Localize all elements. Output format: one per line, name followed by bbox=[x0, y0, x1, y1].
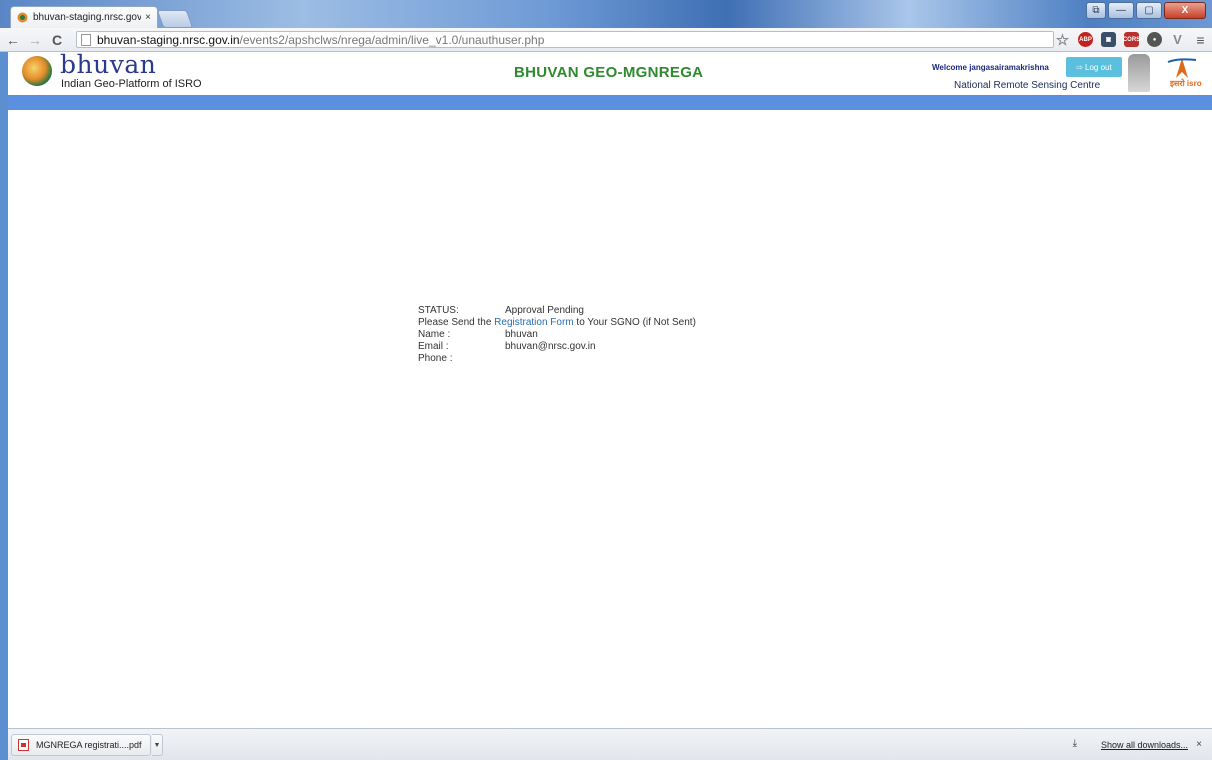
minimize-button[interactable]: — bbox=[1108, 2, 1134, 19]
welcome-text: Welcome jangasairamakrishna bbox=[932, 63, 1049, 72]
page-title: BHUVAN GEO-MGNREGA bbox=[514, 64, 704, 81]
bhuvan-logo-icon[interactable] bbox=[22, 56, 52, 86]
extension-icons: ☆ ABP ▣ CORS ● V ≡ bbox=[1055, 32, 1208, 49]
maximize-button[interactable]: ▢ bbox=[1136, 2, 1162, 19]
browser-toolbar: ← → C bhuvan-staging.nrsc.gov.in/events2… bbox=[0, 28, 1212, 52]
page-viewport: bhuvan Indian Geo-Platform of ISRO BHUVA… bbox=[8, 52, 1212, 728]
adblock-plus-icon[interactable]: ABP bbox=[1078, 32, 1093, 47]
download-shelf: MGNREGA registrati....pdf ▼ ⤓ Show all d… bbox=[8, 728, 1212, 760]
browser-tab[interactable]: bhuvan-staging.nrsc.gov.i × bbox=[10, 6, 158, 28]
tab-close-icon[interactable]: × bbox=[145, 12, 151, 23]
header-band bbox=[8, 95, 1212, 110]
close-shelf-icon[interactable]: × bbox=[1196, 739, 1202, 750]
tab-title: bhuvan-staging.nrsc.gov.i bbox=[33, 12, 142, 23]
vimium-icon[interactable]: V bbox=[1170, 32, 1185, 47]
email-value: bhuvan@nrsc.gov.in bbox=[505, 341, 596, 352]
registration-form-link[interactable]: Registration Form bbox=[494, 317, 573, 329]
url-path: /events2/apshclws/nrega/admin/live_v1.0/… bbox=[239, 32, 545, 47]
name-row: Name : bhuvan bbox=[418, 329, 696, 341]
extension-icon[interactable]: ▣ bbox=[1101, 32, 1116, 47]
restore-icon[interactable]: ⧉ bbox=[1086, 2, 1106, 19]
national-emblem-icon bbox=[1128, 54, 1150, 92]
forward-icon[interactable]: → bbox=[26, 32, 44, 48]
instruction-row: Please Send the Registration Form to You… bbox=[418, 317, 696, 329]
site-header: bhuvan Indian Geo-Platform of ISRO BHUVA… bbox=[8, 52, 1212, 95]
status-panel: STATUS: Approval Pending Please Send the… bbox=[418, 305, 696, 365]
download-arrow-icon: ⤓ bbox=[1072, 738, 1077, 749]
bhuvan-favicon-icon bbox=[17, 12, 28, 23]
download-item[interactable]: MGNREGA registrati....pdf bbox=[11, 734, 151, 756]
download-options-chevron-icon[interactable]: ▼ bbox=[152, 734, 163, 756]
site-tagline: Indian Geo-Platform of ISRO bbox=[61, 78, 202, 90]
status-row: STATUS: Approval Pending bbox=[418, 305, 696, 317]
email-label: Email : bbox=[418, 341, 449, 352]
ghostery-icon[interactable]: ● bbox=[1147, 32, 1162, 47]
isro-label: इसरो isro bbox=[1170, 79, 1202, 88]
menu-icon[interactable]: ≡ bbox=[1193, 32, 1208, 48]
back-icon[interactable]: ← bbox=[4, 32, 22, 48]
logout-label: Log out bbox=[1085, 62, 1112, 72]
logout-icon: ⇨ bbox=[1076, 62, 1083, 72]
window-titlebar: bhuvan-staging.nrsc.gov.i × ⧉ — ▢ X bbox=[0, 0, 1212, 28]
page-icon bbox=[81, 33, 91, 46]
name-value: bhuvan bbox=[505, 329, 538, 340]
instruction-suffix: to Your SGNO (if Not Sent) bbox=[573, 317, 696, 328]
url-host: bhuvan-staging.nrsc.gov.in bbox=[97, 32, 240, 47]
download-file-name: MGNREGA registrati....pdf bbox=[36, 740, 142, 750]
bookmark-star-icon[interactable]: ☆ bbox=[1055, 32, 1070, 49]
status-label: STATUS: bbox=[418, 305, 459, 316]
site-logo-text[interactable]: bhuvan bbox=[60, 52, 156, 79]
phone-label: Phone : bbox=[418, 353, 453, 364]
status-value: Approval Pending bbox=[505, 305, 584, 316]
phone-row: Phone : bbox=[418, 353, 696, 365]
cors-extension-icon[interactable]: CORS bbox=[1123, 32, 1140, 47]
show-all-downloads-link[interactable]: Show all downloads... bbox=[1101, 740, 1188, 750]
name-label: Name : bbox=[418, 329, 451, 340]
pdf-file-icon bbox=[18, 739, 29, 751]
nrsc-label: National Remote Sensing Centre bbox=[954, 80, 1101, 91]
isro-logo-icon: इसरो isro bbox=[1158, 56, 1206, 92]
email-row: Email : bhuvan@nrsc.gov.in bbox=[418, 341, 696, 353]
instruction-prefix: Please Send the bbox=[418, 317, 495, 328]
close-window-button[interactable]: X bbox=[1164, 2, 1206, 19]
logout-button[interactable]: ⇨ Log out bbox=[1066, 57, 1122, 77]
reload-icon[interactable]: C bbox=[48, 32, 66, 48]
address-bar[interactable]: bhuvan-staging.nrsc.gov.in/events2/apshc… bbox=[76, 31, 1054, 48]
new-tab-button[interactable] bbox=[156, 10, 194, 28]
window-controls: ⧉ — ▢ X bbox=[1086, 2, 1206, 19]
